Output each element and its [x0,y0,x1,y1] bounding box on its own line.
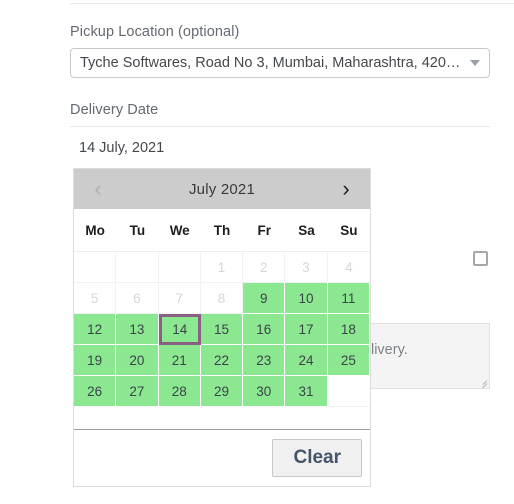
day-cell-4: 4 [327,252,370,283]
day-cell-8: 8 [200,283,244,314]
day-cell-13[interactable]: 13 [116,314,159,345]
day-cell-empty [74,252,117,283]
weekday-header-mo: Mo [85,222,105,238]
pickup-location-select[interactable]: Tyche Softwares, Road No 3, Mumbai, Maha… [70,48,490,78]
day-cell-14[interactable]: 14 [158,314,201,345]
day-cell-19[interactable]: 19 [74,345,117,376]
weekday-header-tu: Tu [129,222,146,238]
day-cell-1: 1 [200,252,244,283]
datepicker-grid-spacer [74,407,370,430]
day-cell-30[interactable]: 30 [243,376,286,407]
day-cell-5: 5 [74,283,117,314]
datepicker-panel[interactable]: ‹ July 2021 › Mo Tu We Th Fr Sa Su 1 2 3 4 5 6 7 8 9 10… [73,168,371,487]
day-cell-25[interactable]: 25 [327,345,370,376]
day-cell-2: 2 [243,252,286,283]
resize-handle-icon[interactable] [477,376,488,388]
weekday-header-fr: Fr [257,222,272,238]
day-cell-15[interactable]: 15 [200,314,244,345]
chevron-down-icon[interactable] [470,60,480,66]
pickup-location-selected-value: Tyche Softwares, Road No 3, Mumbai, Maha… [80,55,461,71]
weekday-header-we: We [169,222,190,238]
day-cell-26[interactable]: 26 [74,376,117,407]
day-cell-29[interactable]: 29 [200,376,244,407]
clear-button[interactable]: Clear [272,439,362,477]
page-top-divider [70,3,514,4]
day-cell-12[interactable]: 12 [74,314,117,345]
day-cell-17[interactable]: 17 [285,314,328,345]
day-cell-18[interactable]: 18 [327,314,370,345]
day-cell-11[interactable]: 11 [327,283,370,314]
day-cell-16[interactable]: 16 [243,314,286,345]
datepicker-weekday-row: Mo Tu We Th Fr Sa Su [74,209,370,251]
day-cell-28[interactable]: 28 [158,376,201,407]
weekday-header-su: Su [340,222,358,238]
day-cell-10[interactable]: 10 [285,283,328,314]
day-cell-6: 6 [116,283,159,314]
day-cell-empty [327,376,370,407]
day-cell-24[interactable]: 24 [285,345,328,376]
weekday-header-sa: Sa [298,222,315,238]
day-cell-3: 3 [285,252,328,283]
day-cell-31[interactable]: 31 [285,376,328,407]
datepicker-day-grid[interactable]: 1 2 3 4 5 6 7 8 9 10 11 12 13 14 15 16 17 18 19 20 21 22 23 24 2… [74,251,370,407]
datepicker-month-title: July 2021 [188,180,255,198]
datepicker-footer: Clear [74,430,370,486]
day-cell-7: 7 [158,283,201,314]
chevron-left-icon[interactable]: ‹ [78,169,118,209]
chevron-right-icon[interactable]: › [326,169,366,209]
delivery-form: Pickup Location (optional) Tyche Softwar… [70,22,490,157]
delivery-date-label: Delivery Date [70,102,159,118]
option-checkbox[interactable] [473,251,488,266]
day-cell-21[interactable]: 21 [158,345,201,376]
day-cell-22[interactable]: 22 [200,345,244,376]
delivery-date-input[interactable]: 14 July, 2021 [70,127,490,157]
pickup-location-label: Pickup Location (optional) [70,24,240,40]
datepicker-header: ‹ July 2021 › [74,169,370,209]
day-cell-27[interactable]: 27 [116,376,159,407]
day-cell-empty [158,252,201,283]
day-cell-9[interactable]: 9 [243,283,286,314]
delivery-date-block: Delivery Date 14 July, 2021 [70,100,490,157]
day-cell-23[interactable]: 23 [243,345,286,376]
day-cell-empty [116,252,159,283]
day-cell-20[interactable]: 20 [116,345,159,376]
weekday-header-th: Th [213,222,231,238]
